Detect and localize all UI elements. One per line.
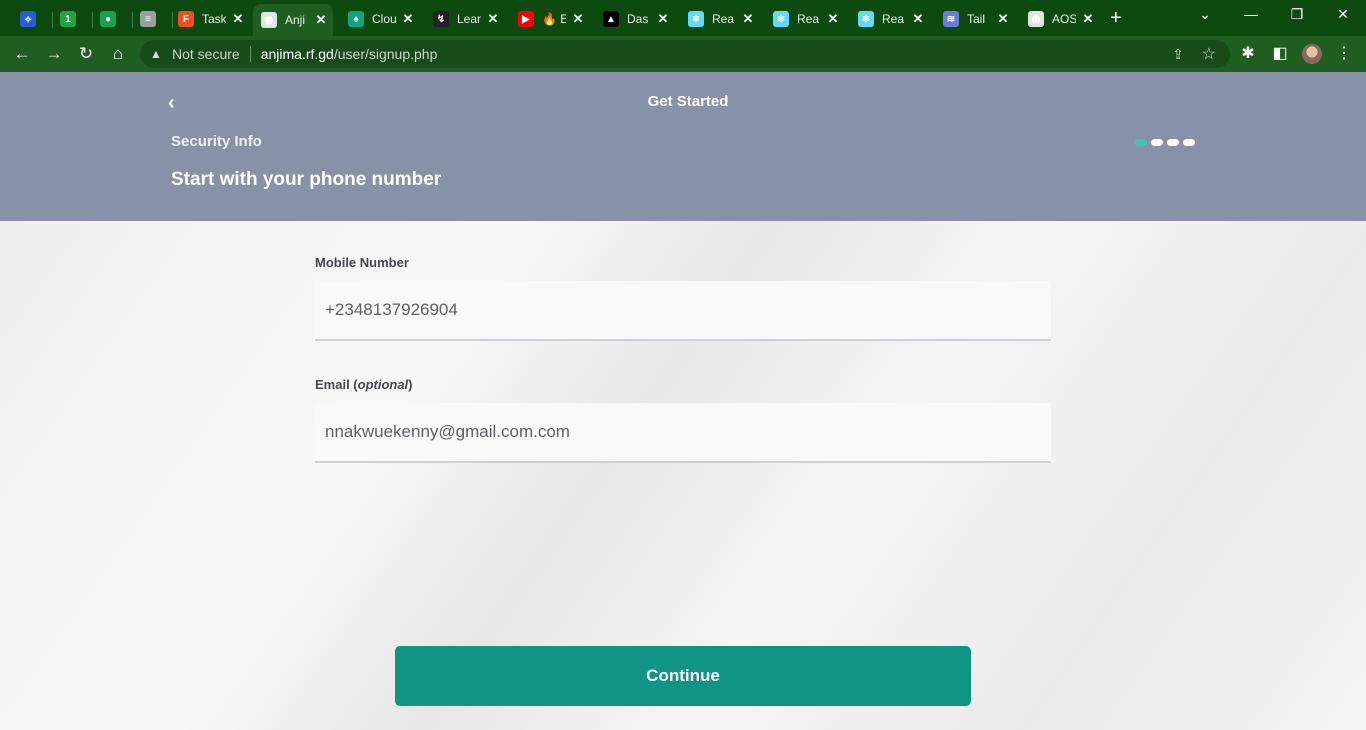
bookmark-star-icon[interactable]: ☆ xyxy=(1202,44,1216,64)
jira-icon: ⟡ xyxy=(20,11,36,27)
react-icon: ⚛ xyxy=(858,11,874,27)
continue-button[interactable]: Continue xyxy=(395,646,971,706)
tab-separator xyxy=(132,12,133,28)
browser-toolbar: ← → ↻ ⌂ ▲ Not secure anjima.rf.gd/user/s… xyxy=(0,36,1366,72)
step-dot xyxy=(1183,139,1195,146)
tab-title[interactable]: Task xyxy=(202,12,226,26)
browser-tab-strip: ⟡ 1 ● ≡ F Task ✕ ◍ Anji ✕ ♠ Clou ✕ ↯ Lear ✕ ▶ 🔥 E ✕ ▲ Das ✕ ⚛ R… xyxy=(0,0,1366,36)
close-tab-icon[interactable]: ✕ xyxy=(912,11,924,27)
react-icon: ⚛ xyxy=(688,11,704,27)
warning-icon[interactable]: ▲ xyxy=(150,47,164,61)
tailwind-icon: ≋ xyxy=(943,11,959,27)
new-tab-button[interactable]: + xyxy=(1110,8,1122,28)
browser-tab[interactable]: ♠ Clou ✕ xyxy=(340,6,420,32)
forward-arrow-icon[interactable]: → xyxy=(44,44,64,64)
divider xyxy=(249,46,251,62)
reload-icon[interactable]: ↻ xyxy=(76,44,96,64)
browser-tab[interactable]: ↯ Lear ✕ xyxy=(425,6,505,32)
extensions-puzzle-icon[interactable]: ✱ xyxy=(1238,44,1258,64)
back-arrow-icon[interactable]: ← xyxy=(12,44,32,64)
email-label-end: ) xyxy=(408,377,413,392)
close-tab-icon[interactable]: ✕ xyxy=(1082,11,1094,27)
step-progress-indicator xyxy=(1135,139,1195,146)
close-tab-icon[interactable]: ✕ xyxy=(315,12,327,28)
side-panel-icon[interactable]: ◧ xyxy=(1270,44,1290,64)
close-tab-icon[interactable]: ✕ xyxy=(487,11,499,27)
email-input[interactable] xyxy=(315,403,1051,463)
browser-tab[interactable]: ⟡ xyxy=(14,6,48,32)
youtube-icon: ▶ xyxy=(518,11,534,27)
browser-tab[interactable]: ⚛ Rea ✕ xyxy=(765,6,845,32)
browser-tab[interactable]: 1 xyxy=(54,6,88,32)
close-tab-icon[interactable]: ✕ xyxy=(232,11,244,27)
close-window-icon[interactable]: ✕ xyxy=(1328,6,1358,23)
step-label: Security Info xyxy=(171,133,262,150)
globe-icon: ◍ xyxy=(1028,11,1044,27)
browser-tab[interactable]: ◍ AOS ✕ xyxy=(1020,6,1100,32)
browser-tab[interactable]: ▲ Das ✕ xyxy=(595,6,675,32)
whatsapp-icon: 1 xyxy=(60,11,76,27)
step-dot xyxy=(1167,139,1179,146)
step-headline: Start with your phone number xyxy=(171,169,442,190)
tab-title[interactable]: AOS xyxy=(1052,12,1076,26)
tab-title[interactable]: Clou xyxy=(372,12,396,26)
globe-icon: ◍ xyxy=(261,12,277,28)
tab-separator xyxy=(92,12,93,28)
browser-tab[interactable]: ◍ Anji ✕ xyxy=(253,4,333,36)
tab-title[interactable]: Rea xyxy=(712,12,736,26)
share-icon[interactable]: ⇪ xyxy=(1172,46,1184,63)
email-label: Email (optional) xyxy=(315,377,413,392)
vercel-icon: ▲ xyxy=(603,11,619,27)
browser-tab[interactable]: ≡ xyxy=(134,6,168,32)
circle-app-icon: ● xyxy=(100,11,116,27)
page-title: Get Started xyxy=(647,93,729,110)
email-label-text: Email ( xyxy=(315,377,358,392)
home-icon[interactable]: ⌂ xyxy=(108,44,128,64)
url-path[interactable]: /user/signup.php xyxy=(334,46,438,62)
close-tab-icon[interactable]: ✕ xyxy=(572,11,584,27)
close-tab-icon[interactable]: ✕ xyxy=(657,11,669,27)
mobile-number-input[interactable] xyxy=(315,281,1051,341)
browser-tab[interactable]: F Task ✕ xyxy=(170,6,250,32)
tab-title[interactable]: Tail xyxy=(967,12,991,26)
tab-title[interactable]: Rea xyxy=(797,12,821,26)
react-icon: ⚛ xyxy=(773,11,789,27)
restore-icon[interactable]: ❐ xyxy=(1282,6,1312,23)
tab-title[interactable]: Das xyxy=(627,12,651,26)
minimize-icon[interactable]: — xyxy=(1236,6,1266,22)
list-icon: ≡ xyxy=(140,11,156,27)
tab-title[interactable]: 🔥 E xyxy=(542,12,566,26)
tab-separator xyxy=(52,12,53,28)
close-tab-icon[interactable]: ✕ xyxy=(997,11,1009,27)
tab-search-chevron-icon[interactable]: ⌄ xyxy=(1190,6,1220,23)
tab-title[interactable]: Rea xyxy=(882,12,906,26)
address-bar[interactable]: ▲ Not secure anjima.rf.gd/user/signup.ph… xyxy=(140,40,1230,68)
step-dot xyxy=(1135,139,1147,146)
browser-tab[interactable]: ● xyxy=(94,6,128,32)
tab-title[interactable]: Lear xyxy=(457,12,481,26)
close-tab-icon[interactable]: ✕ xyxy=(827,11,839,27)
close-tab-icon[interactable]: ✕ xyxy=(402,11,414,27)
figma-icon: F xyxy=(178,11,194,27)
menu-kebab-icon[interactable]: ⋮ xyxy=(1334,44,1354,64)
url-host[interactable]: anjima.rf.gd xyxy=(261,46,334,62)
step-dot xyxy=(1151,139,1163,146)
mobile-number-label: Mobile Number xyxy=(315,255,409,270)
close-tab-icon[interactable]: ✕ xyxy=(742,11,754,27)
learn-icon: ↯ xyxy=(433,11,449,27)
browser-tab[interactable]: ≋ Tail ✕ xyxy=(935,6,1015,32)
browser-tab[interactable]: ⚛ Rea ✕ xyxy=(850,6,930,32)
leaf-icon: ♠ xyxy=(348,11,364,27)
tab-title[interactable]: Anji xyxy=(285,13,309,27)
not-secure-label[interactable]: Not secure xyxy=(172,46,240,62)
profile-avatar[interactable] xyxy=(1302,44,1322,64)
browser-tab[interactable]: ▶ 🔥 E ✕ xyxy=(510,6,590,32)
browser-tab[interactable]: ⚛ Rea ✕ xyxy=(680,6,760,32)
email-optional-label: optional xyxy=(357,377,409,392)
